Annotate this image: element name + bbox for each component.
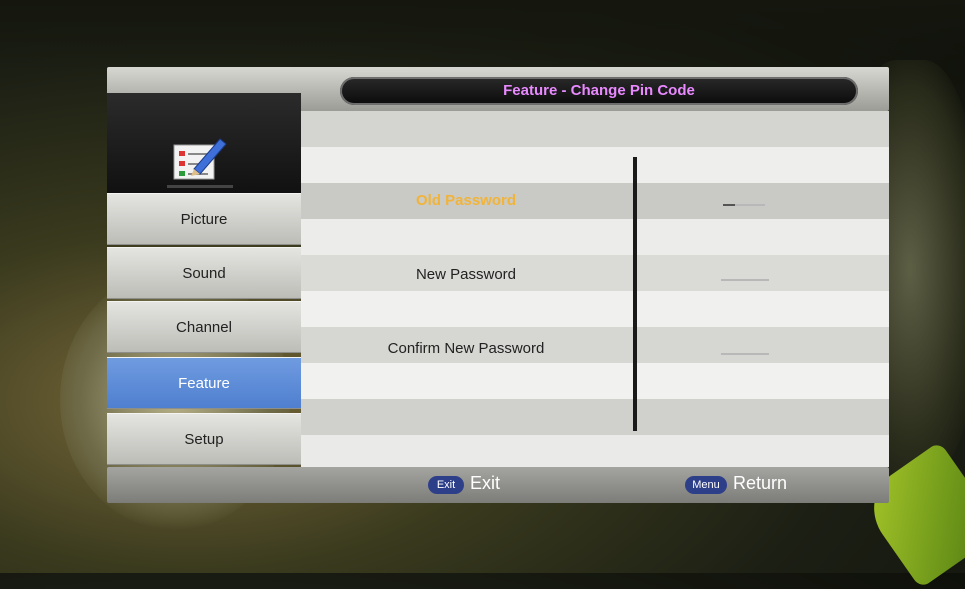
background-top	[0, 0, 965, 70]
sidebar-item-label: Setup	[184, 431, 224, 448]
return-label[interactable]: Return	[733, 473, 787, 494]
sidebar-item-sound[interactable]: Sound	[107, 247, 301, 299]
exit-label[interactable]: Exit	[470, 473, 500, 494]
logo-underline	[167, 185, 233, 188]
stripe	[301, 147, 889, 183]
sidebar-item-label: Sound	[182, 265, 226, 282]
column-divider	[633, 157, 637, 431]
change-pin-form: Old Password New Password Confirm New Pa…	[301, 111, 889, 467]
checklist-pencil-icon	[173, 138, 227, 180]
stripe	[301, 399, 889, 435]
old-password-field-rest	[735, 204, 765, 206]
sidebar-item-setup[interactable]: Setup	[107, 413, 301, 465]
new-password-label: New Password	[415, 266, 517, 283]
sidebar-item-channel[interactable]: Channel	[107, 301, 301, 353]
category-logo	[107, 93, 301, 193]
sidebar-item-picture[interactable]: Picture	[107, 193, 301, 245]
stripe	[301, 111, 889, 147]
page-title: Feature - Change Pin Code	[503, 82, 695, 99]
sidebar-item-label: Channel	[176, 319, 232, 336]
sidebar-item-label: Picture	[180, 211, 228, 228]
confirm-password-label: Confirm New Password	[387, 340, 545, 357]
footer-bar: Exit Exit Menu Return	[107, 467, 889, 503]
old-password-label: Old Password	[415, 192, 517, 209]
stripe	[301, 291, 889, 327]
old-password-field[interactable]	[723, 204, 735, 206]
stripe	[301, 435, 889, 467]
sidebar: Picture Sound Channel Feature Setup	[107, 93, 301, 465]
stripe	[301, 363, 889, 399]
confirm-password-field[interactable]	[721, 353, 769, 355]
title-pill: Feature - Change Pin Code	[340, 77, 858, 105]
new-password-field[interactable]	[721, 279, 769, 281]
sidebar-item-label: Feature	[178, 375, 230, 392]
stripe	[301, 219, 889, 255]
osd-menu-panel: Feature - Change Pin Code Picture Sound	[107, 67, 889, 505]
menu-key-icon[interactable]: Menu	[685, 476, 727, 494]
exit-key-icon[interactable]: Exit	[428, 476, 464, 494]
sidebar-item-feature[interactable]: Feature	[107, 357, 301, 409]
